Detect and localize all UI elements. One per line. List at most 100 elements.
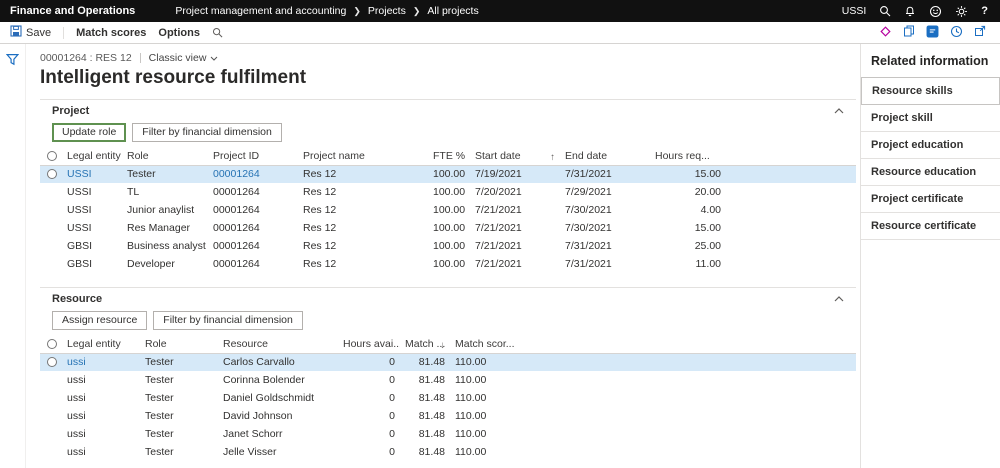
related-item-resource-education[interactable]: Resource education [861, 159, 1000, 186]
grid-cell: 0 [389, 446, 395, 458]
column-header[interactable]: Project name [298, 148, 428, 166]
grid-cell-filler [726, 255, 856, 273]
grid-cell: GBSI [67, 258, 93, 270]
related-item-project-education[interactable]: Project education [861, 132, 1000, 159]
help-icon[interactable]: ? [981, 5, 988, 17]
column-header[interactable]: Resource [218, 336, 338, 354]
column-header[interactable]: End date [560, 148, 650, 166]
row-selector[interactable] [40, 389, 62, 407]
column-header[interactable]: ↑ Start date [470, 148, 560, 166]
save-icon [10, 25, 22, 40]
table-row[interactable]: USSI Tester 00001264 Res 12 100.00 7/19/2021 7… [40, 165, 856, 183]
table-row[interactable]: USSI Junior anaylist 00001264 Res 12 100.00 7… [40, 201, 856, 219]
breadcrumb-item-all-projects[interactable]: All projects [427, 5, 478, 17]
save-button[interactable]: Save [10, 25, 51, 40]
row-selector[interactable] [40, 255, 62, 273]
column-header[interactable]: Hours req... [650, 148, 726, 166]
grid-cell: Business analyst [127, 240, 206, 252]
collapse-chevron-icon[interactable] [834, 296, 844, 302]
grid-cell: 100.00 [433, 168, 466, 181]
table-row[interactable]: ussi Tester Daniel Goldschmidt 0 81.48 110.00 [40, 389, 856, 407]
row-selector[interactable] [40, 353, 62, 371]
select-all-radio[interactable] [40, 148, 62, 166]
grid-cell: 00001264 [213, 222, 260, 234]
feedback-smiley-icon[interactable] [929, 5, 942, 18]
column-header[interactable]: Legal entity [62, 148, 122, 166]
filter-funnel-icon[interactable] [5, 53, 20, 468]
project-filter-dimension-button[interactable]: Filter by financial dimension [132, 123, 282, 142]
resource-filter-dimension-button[interactable]: Filter by financial dimension [153, 311, 303, 330]
row-selector[interactable] [40, 407, 62, 425]
grid-cell: 110.00 [455, 428, 487, 440]
table-row[interactable]: ussi Tester Jelle Visser 0 81.48 110.00 [40, 443, 856, 461]
app-title[interactable]: Finance and Operations [0, 5, 145, 17]
grid-cell-filler [726, 183, 856, 201]
row-selector[interactable] [40, 371, 62, 389]
table-row[interactable]: ussi Tester Corinna Bolender 0 81.48 110.00 [40, 371, 856, 389]
column-header[interactable]: Legal entity [62, 336, 140, 354]
search-icon[interactable] [879, 5, 891, 17]
column-header[interactable]: Project ID [208, 148, 298, 166]
grid-cell: 7/21/2021 [475, 222, 522, 234]
grid-cell: Res 12 [303, 204, 337, 216]
table-row[interactable]: GBSI Developer 00001264 Res 12 100.00 7/21/20… [40, 255, 856, 273]
select-all-radio[interactable] [40, 336, 62, 354]
breadcrumb: Project management and accounting ❯ Proj… [175, 5, 478, 17]
column-header[interactable]: FTE % [428, 148, 470, 166]
column-header[interactable]: Role [140, 336, 218, 354]
row-selector[interactable] [40, 425, 62, 443]
breadcrumb-item-projects[interactable]: Projects [368, 5, 406, 17]
match-scores-button[interactable]: Match scores [76, 27, 146, 39]
table-row[interactable]: ussi Tester Janet Schorr 0 81.48 110.00 [40, 425, 856, 443]
table-row[interactable]: USSI TL 00001264 Res 12 100.00 7/20/2021 7/29/… [40, 183, 856, 201]
row-selector[interactable] [40, 443, 62, 461]
company-picker[interactable]: USSI [842, 5, 867, 17]
view-switcher[interactable]: Classic view [149, 52, 219, 64]
grid-cell: Res 12 [303, 186, 337, 198]
chevron-down-icon [211, 56, 218, 61]
column-header[interactable]: ↓ Match ... [400, 336, 450, 354]
feedback-icon[interactable] [926, 25, 939, 41]
row-selector[interactable] [40, 201, 62, 219]
column-header[interactable]: Hours avai... [338, 336, 400, 354]
diamond-icon[interactable] [879, 25, 892, 41]
grid-cell-filler [726, 201, 856, 219]
history-clock-icon[interactable] [950, 25, 963, 41]
row-selector[interactable] [40, 237, 62, 255]
table-row[interactable]: USSI Res Manager 00001264 Res 12 100.00 7/21/… [40, 219, 856, 237]
page-title: Intelligent resource fulfilment [40, 67, 307, 88]
row-selector[interactable] [40, 183, 62, 201]
record-id: 00001264 : RES 12 [40, 52, 132, 64]
page-search-icon[interactable] [212, 27, 223, 38]
table-row[interactable]: ussi Tester David Johnson 0 81.48 110.00 [40, 407, 856, 425]
options-menu-button[interactable]: Options [158, 27, 200, 39]
popout-icon[interactable] [974, 25, 986, 40]
grid-cell: 11.00 [695, 258, 722, 270]
grid-cell: 7/31/2021 [565, 258, 612, 270]
column-header[interactable]: Match scor... [450, 336, 516, 354]
gear-icon[interactable] [955, 5, 968, 18]
grid-cell: 110.00 [455, 410, 487, 422]
related-item-resource-certificate[interactable]: Resource certificate [861, 213, 1000, 240]
grid-cell: USSI [67, 204, 92, 216]
record-header: 00001264 : RES 12 Classic view [40, 52, 856, 64]
table-row[interactable]: GBSI Business analyst 00001264 Res 12 100.00… [40, 237, 856, 255]
grid-cell: 25.00 [694, 240, 721, 252]
related-item-resource-skills[interactable]: Resource skills [861, 77, 1000, 105]
assign-resource-button[interactable]: Assign resource [52, 311, 148, 330]
column-header[interactable]: Role [122, 148, 208, 166]
grid-cell: Res 12 [303, 222, 337, 234]
update-role-button[interactable]: Update role [52, 123, 127, 142]
row-selector[interactable] [40, 165, 62, 183]
grid-cell: 00001264 [213, 240, 260, 252]
related-item-project-skill[interactable]: Project skill [861, 105, 1000, 132]
row-selector[interactable] [40, 219, 62, 237]
collapse-chevron-icon[interactable] [834, 108, 844, 114]
table-row[interactable]: ussi Tester Carlos Carvallo 0 81.48 110.00 [40, 353, 856, 371]
grid-cell: ussi [67, 356, 86, 369]
copy-page-icon[interactable] [903, 25, 915, 40]
grid-cell: 7/20/2021 [475, 186, 522, 198]
breadcrumb-item-module[interactable]: Project management and accounting [175, 5, 346, 17]
bell-icon[interactable] [904, 5, 916, 17]
related-item-project-certificate[interactable]: Project certificate [861, 186, 1000, 213]
